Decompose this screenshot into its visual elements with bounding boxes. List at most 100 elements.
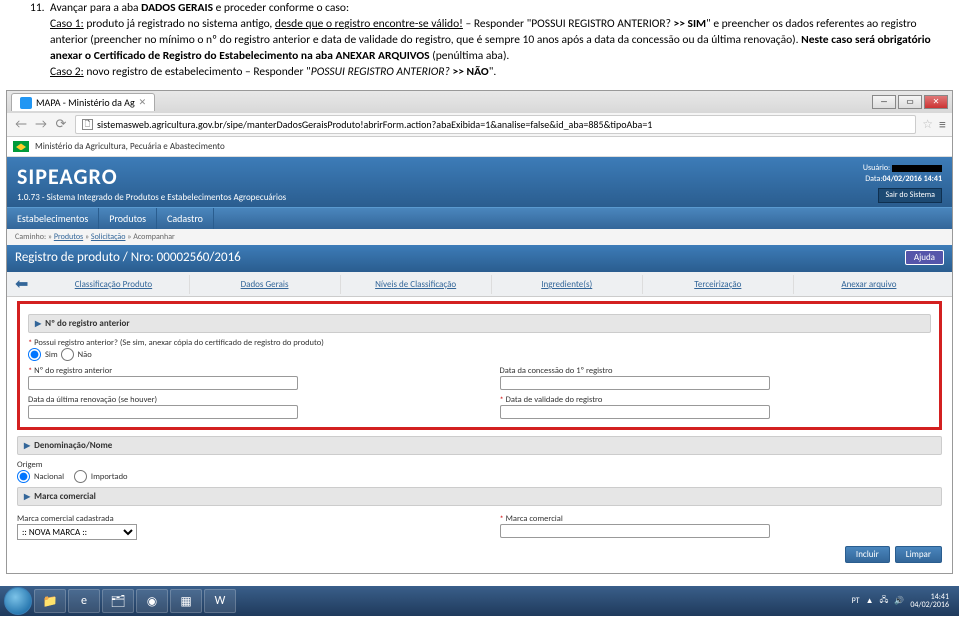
input-dataconc[interactable] <box>500 376 770 390</box>
nao-bold: >> NÃO <box>452 65 488 79</box>
maximize-button[interactable]: ▭ <box>898 95 922 109</box>
label-marcacad: Marca comercial cadastrada <box>17 514 460 524</box>
logout-button[interactable]: Sair do Sistema <box>878 188 942 202</box>
caso1-text: produto já registrado no sistema antigo, <box>84 17 275 31</box>
label-nao: Não <box>78 350 92 360</box>
crumb-produtos[interactable]: Produtos <box>54 232 83 242</box>
app-subtitle: 1.0.73 - Sistema Integrado de Produtos e… <box>17 192 942 203</box>
input-nregistro[interactable] <box>28 376 298 390</box>
section-title: Denominação/Nome <box>34 440 112 451</box>
caso2-label: Caso 2: <box>50 65 84 79</box>
tray-flag-icon[interactable]: ▲ <box>866 596 874 606</box>
radio-nacional[interactable] <box>17 470 30 483</box>
back-icon[interactable]: ← <box>13 117 29 132</box>
reload-icon[interactable]: ⟳ <box>53 117 69 132</box>
crumb-solicitacao[interactable]: Solicitação <box>91 232 126 242</box>
page-title: Registro de produto / Nro: 00002560/2016 <box>15 250 241 265</box>
crumb-label: Caminho: <box>15 232 46 242</box>
prev-tab-icon[interactable]: ⬅ <box>15 274 28 294</box>
taskbar-ie-icon[interactable]: e <box>68 589 100 613</box>
date-value: 04/02/2016 14:41 <box>882 174 942 184</box>
caso2-text: ". <box>489 65 497 79</box>
tab-classificacao[interactable]: Classificação Produto <box>38 275 188 294</box>
tab-anexar[interactable]: Anexar arquivo <box>793 275 944 294</box>
main-menu: Estabelecimentos Produtos Cadastro <box>7 207 952 229</box>
incluir-button[interactable]: Incluir <box>845 546 890 563</box>
input-marcacom[interactable] <box>500 524 770 538</box>
label-importado: Importado <box>91 472 128 482</box>
taskbar-app-icon[interactable]: ▦ <box>170 589 202 613</box>
help-button[interactable]: Ajuda <box>905 250 944 265</box>
radio-sim[interactable] <box>28 348 41 361</box>
page-title-bar: Registro de produto / Nro: 00002560/2016… <box>7 245 952 272</box>
tab-close-icon[interactable]: ✕ <box>139 97 147 108</box>
label-datavalid: * Data de validade do registro <box>500 395 932 405</box>
section-marca[interactable]: ▶ Marca comercial <box>17 487 942 506</box>
label-nacional: Nacional <box>34 472 64 482</box>
caso1-text: – Responder "POSSUI REGISTRO ANTERIOR? <box>463 17 674 31</box>
tab-dados-gerais[interactable]: Dados Gerais <box>189 275 340 294</box>
user-label: Usuário: <box>863 163 890 173</box>
input-datavalid[interactable] <box>500 405 770 419</box>
app-header: Usuário: Data:04/02/2016 14:41 Sair do S… <box>7 157 952 207</box>
minimize-button[interactable]: — <box>872 95 896 109</box>
tab-ingredientes[interactable]: Ingrediente(s) <box>491 275 642 294</box>
tab-title: MAPA - Ministério da Ag <box>36 96 135 109</box>
taskbar-chrome-icon[interactable]: ◉ <box>136 589 168 613</box>
menu-cadastro[interactable]: Cadastro <box>157 208 214 229</box>
bookmark-icon[interactable]: ☆ <box>922 117 933 132</box>
limpar-button[interactable]: Limpar <box>895 546 942 563</box>
tab-bar: MAPA - Ministério da Ag ✕ — ▭ ✕ <box>7 91 952 113</box>
label-sim: Sim <box>45 350 58 360</box>
taskbar-word-icon[interactable]: W <box>204 589 236 613</box>
tab-niveis[interactable]: Níveis de Classificação <box>340 275 491 294</box>
browser-tab[interactable]: MAPA - Ministério da Ag ✕ <box>11 93 155 111</box>
start-button[interactable] <box>4 587 32 615</box>
browser-window: MAPA - Ministério da Ag ✕ — ▭ ✕ ← → ⟳ 🗋 … <box>6 90 953 574</box>
date-label: Data: <box>865 174 882 184</box>
taskbar-folder-icon[interactable]: 🗂 <box>102 589 134 613</box>
collapse-icon: ▶ <box>24 492 30 502</box>
radio-importado[interactable] <box>74 470 87 483</box>
radio-nao[interactable] <box>61 348 74 361</box>
instr-bold: DADOS GERAIS <box>141 1 213 15</box>
instr-text: Avançar para a aba <box>50 1 141 15</box>
gov-text: Ministério da Agricultura, Pecuária e Ab… <box>35 141 225 152</box>
highlighted-section: ▶ Nº do registro anterior * Possui regist… <box>17 301 942 430</box>
label-possui: * Possui registro anterior? (Se sim, ane… <box>28 338 931 348</box>
caso1-text: (penúltima aba). <box>430 49 510 63</box>
tab-favicon <box>20 97 32 109</box>
section-title: Marca comercial <box>34 491 96 502</box>
menu-produtos[interactable]: Produtos <box>99 208 157 229</box>
user-name-redacted <box>892 165 942 172</box>
forward-icon[interactable]: → <box>33 117 49 132</box>
section-denominacao[interactable]: ▶ Denominação/Nome <box>17 436 942 455</box>
url-field[interactable]: 🗋 sistemasweb.agricultura.gov.br/sipe/ma… <box>75 115 916 134</box>
tab-terceirizacao[interactable]: Terceirização <box>642 275 793 294</box>
close-button[interactable]: ✕ <box>924 95 948 109</box>
menu-estabelecimentos[interactable]: Estabelecimentos <box>7 208 99 229</box>
tray-volume-icon[interactable]: 🔊 <box>894 596 904 606</box>
label-dataren: Data da última renovação (se houver) <box>28 395 460 405</box>
section-title: Nº do registro anterior <box>45 318 129 329</box>
collapse-icon: ▶ <box>24 441 30 451</box>
input-dataren[interactable] <box>28 405 298 419</box>
select-marca[interactable]: :: NOVA MARCA :: <box>17 524 137 540</box>
section-registro-anterior[interactable]: ▶ Nº do registro anterior <box>28 314 931 333</box>
gov-bar: Ministério da Agricultura, Pecuária e Ab… <box>7 137 952 157</box>
breadcrumb: Caminho: » Produtos » Solicitação » Acom… <box>7 229 952 245</box>
tray-network-icon[interactable]: 🖧 <box>879 594 888 608</box>
caso2-i: POSSUI REGISTRO ANTERIOR? <box>311 65 453 79</box>
collapse-icon: ▶ <box>35 319 41 329</box>
tray-lang[interactable]: PT <box>852 596 860 606</box>
url-text: sistemasweb.agricultura.gov.br/sipe/mant… <box>97 118 652 131</box>
app-title: SIPEAGRO <box>17 163 942 190</box>
taskbar-explorer-icon[interactable]: 📁 <box>34 589 66 613</box>
clock-date: 04/02/2016 <box>910 601 949 610</box>
menu-icon[interactable]: ≡ <box>939 116 946 133</box>
taskbar-clock[interactable]: 14:41 04/02/2016 <box>910 593 949 611</box>
user-info: Usuário: Data:04/02/2016 14:41 Sair do S… <box>863 163 942 202</box>
crumb-acompanhar: Acompanhar <box>133 232 175 242</box>
instr-text: e proceder conforme o caso: <box>213 1 349 15</box>
sim-bold: >> SIM <box>674 17 707 31</box>
